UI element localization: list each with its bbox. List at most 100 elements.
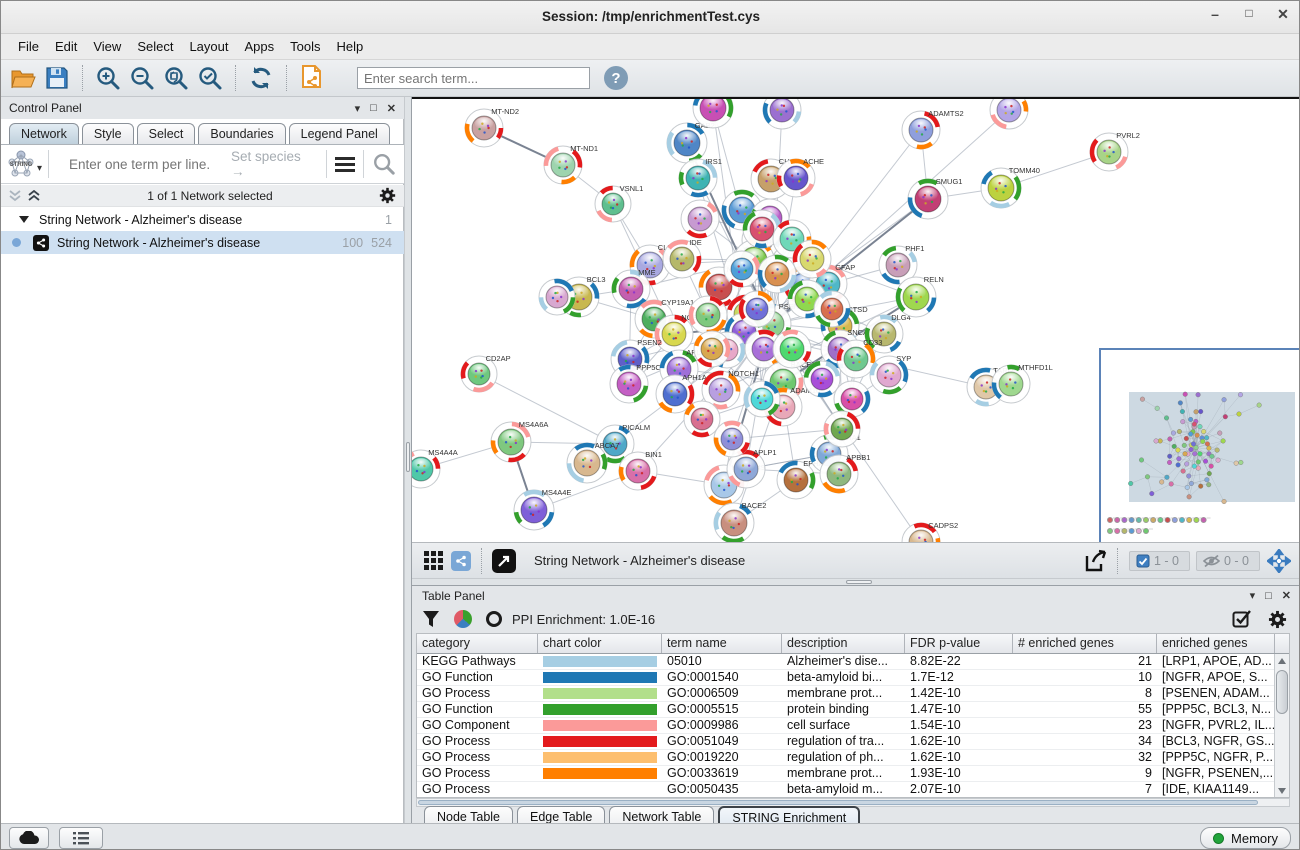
table-cell: 55 xyxy=(1013,702,1157,717)
collection-row[interactable]: String Network - Alzheimer's disease 1 xyxy=(1,208,404,231)
menu-edit[interactable]: Edit xyxy=(48,36,84,57)
table-cell: [BCL3, NGFR, GS... xyxy=(1157,734,1275,749)
network-options-gear-icon[interactable] xyxy=(379,187,396,204)
tab-style[interactable]: Style xyxy=(82,123,134,144)
svg-text:CYP19A1: CYP19A1 xyxy=(661,298,694,307)
svg-text:SYP: SYP xyxy=(896,354,911,363)
network-canvas[interactable]: MT-ND2MT-ND1VSNL1GAB2ADAMTS2PVRL2TOMM40S… xyxy=(412,97,1300,542)
table-cell: 8.82E-22 xyxy=(905,654,1013,669)
scroll-up-icon[interactable] xyxy=(1275,654,1289,668)
expand-triangle-icon[interactable] xyxy=(19,216,29,223)
select-rows-icon[interactable] xyxy=(1232,609,1252,629)
network-row[interactable]: String Network - Alzheimer's disease 100… xyxy=(1,231,404,254)
scrollbar-thumb[interactable] xyxy=(418,800,1258,805)
help-icon[interactable]: ? xyxy=(604,66,628,90)
collapse-all-icon[interactable] xyxy=(9,190,22,202)
zoom-out-icon[interactable] xyxy=(128,64,156,92)
menu-file[interactable]: File xyxy=(11,36,46,57)
string-search-icon[interactable] xyxy=(372,152,396,176)
zoom-in-icon[interactable] xyxy=(94,64,122,92)
table-row[interactable]: GO FunctionGO:0005515protein binding1.47… xyxy=(417,702,1289,718)
horizontal-splitter[interactable] xyxy=(412,578,1300,586)
column-header-chart-color[interactable]: chart color xyxy=(538,634,662,653)
table-row[interactable]: GO FunctionGO:0001540beta-amyloid bi...1… xyxy=(417,670,1289,686)
zoom-selected-icon[interactable] xyxy=(196,64,224,92)
close-button[interactable]: ✕ xyxy=(1273,6,1293,23)
column-header-fdr-p-value[interactable]: FDR p-value xyxy=(905,634,1013,653)
menu-select[interactable]: Select xyxy=(130,36,180,57)
table-cell: GO:0050435 xyxy=(662,782,782,797)
table-row[interactable]: GO ProcessGO:0019220regulation of ph...1… xyxy=(417,750,1289,766)
table-row[interactable]: GO ComponentGO:0009986cell surface1.54E-… xyxy=(417,718,1289,734)
table-row[interactable]: GO ProcessGO:0033619membrane prot...1.93… xyxy=(417,766,1289,782)
tab-boundaries[interactable]: Boundaries xyxy=(198,123,285,144)
hidden-eye-icon[interactable] xyxy=(1203,554,1220,568)
tab-legend-panel[interactable]: Legend Panel xyxy=(289,123,390,144)
vertical-splitter[interactable] xyxy=(404,97,412,823)
svg-text:CD2AP: CD2AP xyxy=(486,354,511,363)
table-row[interactable]: GO ProcessGO:0051049regulation of tra...… xyxy=(417,734,1289,750)
scrollbar-thumb[interactable] xyxy=(1276,670,1288,714)
svg-text:MTHFD1L: MTHFD1L xyxy=(1018,363,1053,372)
string-view-icon[interactable] xyxy=(451,551,471,571)
menu-icon[interactable] xyxy=(335,156,355,172)
column-header-category[interactable]: category xyxy=(417,634,538,653)
table-settings-gear-icon[interactable] xyxy=(1268,610,1287,629)
splitter-handle[interactable] xyxy=(406,442,410,472)
minimize-button[interactable]: – xyxy=(1205,6,1225,23)
automation-panel-button[interactable] xyxy=(9,827,49,849)
string-terms-input[interactable] xyxy=(67,156,217,173)
table-row[interactable]: KEGG Pathways05010Alzheimer's dise...8.8… xyxy=(417,654,1289,670)
ring-chart-icon[interactable] xyxy=(486,611,502,627)
expand-all-icon[interactable] xyxy=(28,190,41,202)
table-cell: Alzheimer's dise... xyxy=(782,654,905,669)
svg-text:NOTCH1: NOTCH1 xyxy=(728,369,759,378)
menu-apps[interactable]: Apps xyxy=(238,36,282,57)
panel-menu-icon[interactable]: ▾ xyxy=(355,102,361,115)
table-row[interactable]: GO ProcessGO:0006509membrane prot...1.42… xyxy=(417,686,1289,702)
chevron-down-icon[interactable]: ▾ xyxy=(37,163,42,174)
scroll-down-icon[interactable] xyxy=(1275,784,1289,798)
splitter-handle[interactable] xyxy=(846,580,872,584)
search-input[interactable] xyxy=(357,67,590,89)
selected-checkbox-icon[interactable] xyxy=(1136,554,1150,568)
panel-menu-icon[interactable]: ▾ xyxy=(1250,589,1256,602)
export-network-icon[interactable] xyxy=(1083,548,1109,574)
birds-eye-view[interactable] xyxy=(1099,348,1300,542)
filter-icon[interactable] xyxy=(422,610,440,628)
refresh-icon[interactable] xyxy=(247,64,275,92)
memory-button[interactable]: Memory xyxy=(1200,827,1291,849)
tab-network[interactable]: Network xyxy=(9,123,79,144)
column-header-description[interactable]: description xyxy=(782,634,905,653)
task-history-button[interactable] xyxy=(59,827,103,849)
menu-help[interactable]: Help xyxy=(330,36,371,57)
chart-color-swatch xyxy=(538,670,662,685)
column-header-term-name[interactable]: term name xyxy=(662,634,782,653)
table-cell: beta-amyloid m... xyxy=(782,782,905,797)
menu-view[interactable]: View xyxy=(86,36,128,57)
table-cell: 34 xyxy=(1013,734,1157,749)
panel-close-icon[interactable]: ✕ xyxy=(1282,589,1291,602)
network-from-file-icon[interactable] xyxy=(298,64,326,92)
maximize-button[interactable]: □ xyxy=(1239,6,1259,23)
open-file-icon[interactable] xyxy=(9,64,37,92)
panel-float-icon[interactable]: □ xyxy=(370,102,377,114)
detach-view-icon[interactable] xyxy=(492,549,516,573)
enrichment-chart-icon[interactable] xyxy=(454,610,472,628)
grid-view-icon[interactable] xyxy=(424,551,443,570)
menu-layout[interactable]: Layout xyxy=(182,36,235,57)
column-header-enriched-genes[interactable]: enriched genes xyxy=(1157,634,1275,653)
save-session-icon[interactable] xyxy=(43,64,71,92)
table-row[interactable]: GO ProcessGO:0050435beta-amyloid m...2.0… xyxy=(417,782,1289,798)
panel-close-icon[interactable]: ✕ xyxy=(387,102,396,115)
column-header--enriched-genes[interactable]: # enriched genes xyxy=(1013,634,1157,653)
string-logo-icon[interactable]: STRING xyxy=(6,149,36,179)
panel-float-icon[interactable]: □ xyxy=(1265,590,1272,602)
set-species-hint[interactable]: Set species → xyxy=(231,149,318,179)
tab-select[interactable]: Select xyxy=(137,123,196,144)
zoom-fit-icon[interactable] xyxy=(162,64,190,92)
table-cell: [PPP5C, BCL3, N... xyxy=(1157,702,1275,717)
vertical-scrollbar[interactable] xyxy=(1274,654,1289,798)
birds-eye-toggle-icon[interactable] xyxy=(1267,549,1291,573)
menu-tools[interactable]: Tools xyxy=(283,36,327,57)
